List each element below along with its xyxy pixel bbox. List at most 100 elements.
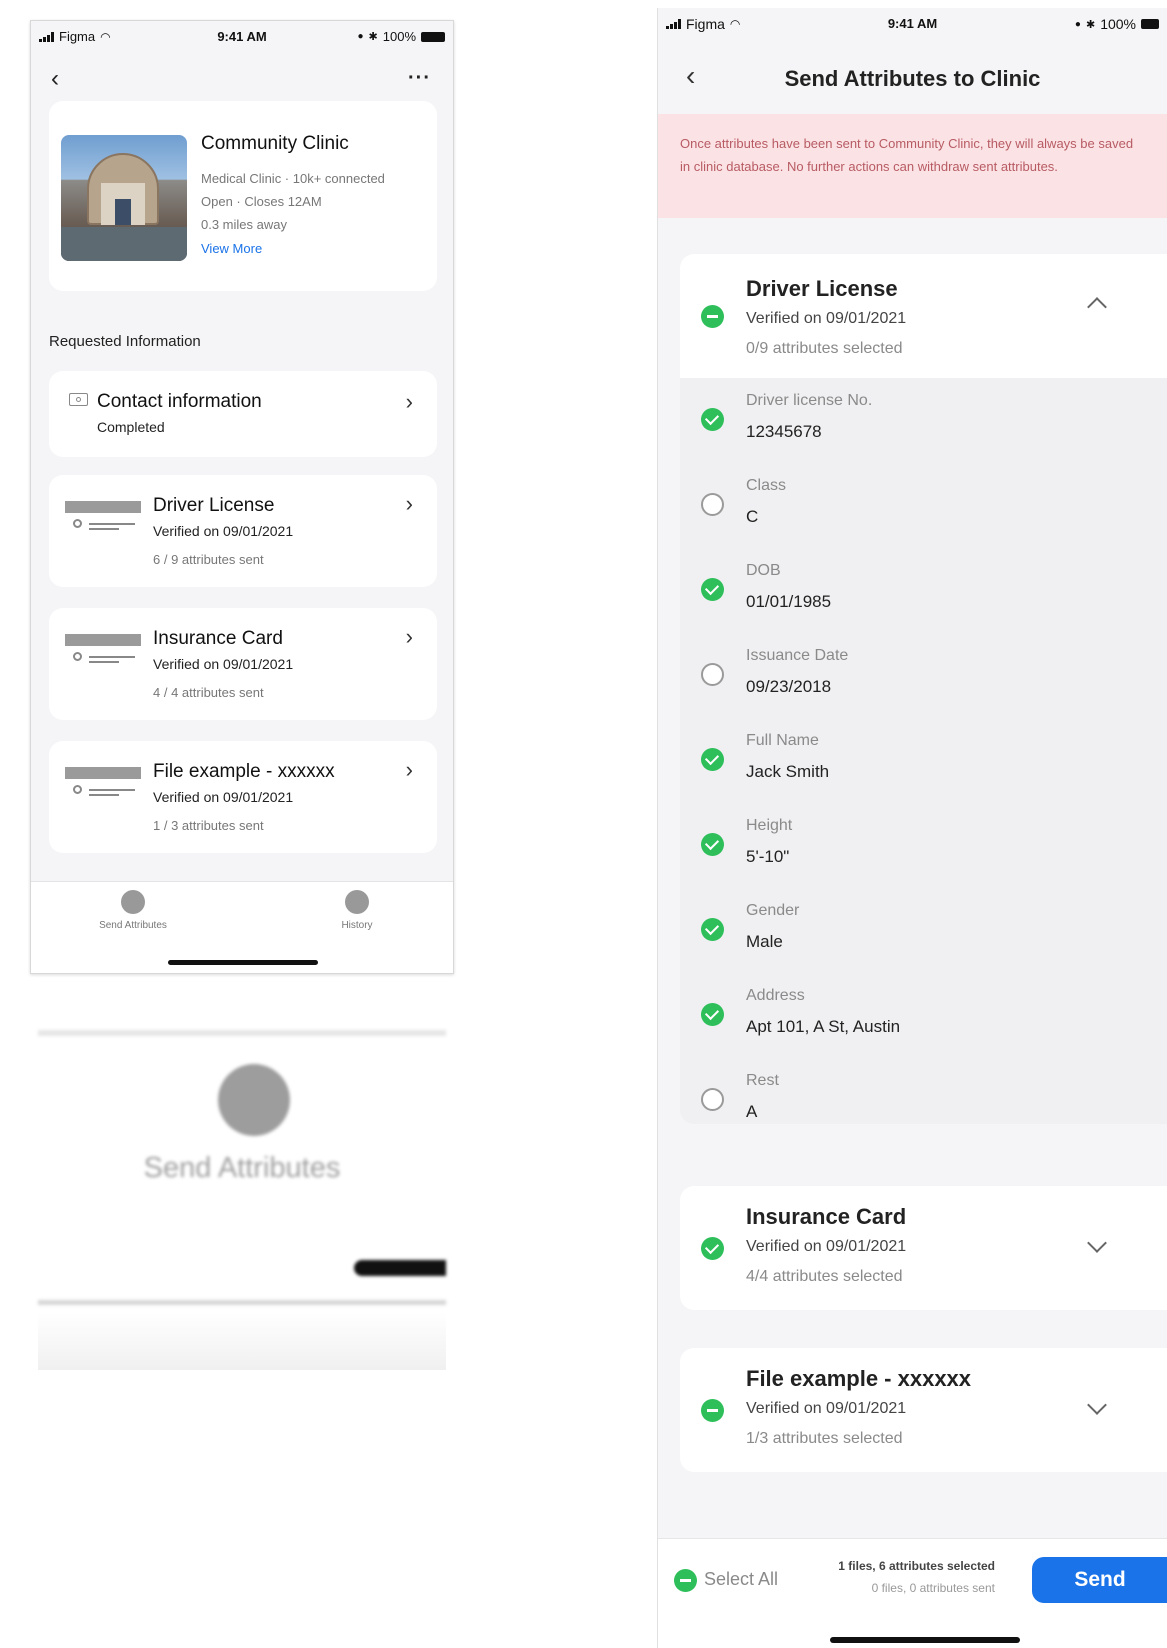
battery-label: 100% [382, 29, 416, 44]
checked-icon[interactable] [701, 1003, 724, 1026]
attribute-row[interactable]: DOB 01/01/1985 [680, 548, 1167, 633]
tab-circle-icon [121, 890, 145, 914]
attribute-row[interactable]: Address Apt 101, A St, Austin [680, 973, 1167, 1058]
attribute-row[interactable]: Full Name Jack Smith [680, 718, 1167, 803]
chevron-right-icon: › [405, 624, 413, 649]
section-selected-count: 4/4 attributes selected [746, 1268, 903, 1285]
attribute-label: Address [746, 987, 805, 1004]
attribute-value: 5'-10" [746, 847, 790, 866]
clinic-distance: 0.3 miles away [201, 217, 287, 232]
attribute-label: Height [746, 817, 793, 834]
home-indicator [168, 960, 318, 965]
document-sent-count: 1 / 3 attributes sent [153, 818, 264, 833]
section-title: Requested Information [49, 333, 201, 350]
document-card-file-example[interactable]: File example - xxxxxx Verified on 09/01/… [49, 741, 437, 853]
document-sent-count: 6 / 9 attributes sent [153, 552, 264, 567]
clinic-card: Community Clinic Medical Clinic · 10k+ c… [49, 101, 437, 291]
document-title: Insurance Card [153, 628, 283, 649]
attribute-row[interactable]: Driver license No. 12345678 [680, 378, 1167, 463]
unchecked-icon[interactable] [701, 493, 724, 516]
tab-bar: Send Attributes History [31, 881, 453, 973]
attribute-value: Jack Smith [746, 762, 830, 781]
select-all-label[interactable]: Select All [704, 1569, 778, 1590]
checked-icon[interactable] [701, 748, 724, 771]
tab-history[interactable]: History [307, 890, 407, 931]
status-bar: Figma ◠ 9:41 AM ● ✱ 100% [31, 21, 453, 55]
attribute-value: Apt 101, A St, Austin [746, 1017, 901, 1036]
chevron-right-icon: › [405, 491, 413, 516]
document-icon [65, 630, 141, 672]
chevron-right-icon: › [405, 757, 413, 782]
clinic-name: Community Clinic [201, 133, 349, 154]
attribute-row[interactable]: Gender Male [680, 888, 1167, 973]
bluetooth-icon: ✱ [1085, 18, 1096, 31]
select-all-icon[interactable] [674, 1569, 697, 1592]
attribute-label: Gender [746, 902, 800, 919]
unchecked-icon[interactable] [701, 663, 724, 686]
checked-icon[interactable] [701, 1237, 724, 1260]
section-driver-license: Driver License Verified on 09/01/2021 0/… [680, 254, 1167, 1124]
battery-icon [1141, 19, 1159, 29]
attribute-row[interactable]: Issuance Date 09/23/2018 [680, 633, 1167, 718]
zoom-tab-circle-icon [218, 1064, 290, 1136]
attribute-label: Driver license No. [746, 392, 873, 409]
section-verified: Verified on 09/01/2021 [746, 1400, 907, 1417]
tab-label: History [341, 920, 373, 931]
section-selected-count: 1/3 attributes selected [746, 1430, 903, 1447]
page-title: Send Attributes to Clinic [784, 66, 1041, 91]
tab-send-attributes[interactable]: Send Attributes [83, 890, 183, 931]
attribute-value: Male [746, 932, 783, 951]
checked-icon[interactable] [701, 833, 724, 856]
clinic-type: Medical Clinic · 10k+ connected [201, 171, 385, 186]
section-title: Driver License [746, 276, 898, 301]
checked-icon[interactable] [701, 408, 724, 431]
partial-select-icon[interactable] [701, 305, 724, 328]
tab-label: Send Attributes [99, 920, 167, 931]
footer-bar: Select All 1 files, 6 attributes selecte… [658, 1538, 1167, 1648]
tab-circle-icon [345, 890, 369, 914]
unchecked-icon[interactable] [701, 1088, 724, 1111]
id-card-icon [69, 393, 88, 406]
section-verified: Verified on 09/01/2021 [746, 310, 907, 327]
view-more-link[interactable]: View More [201, 241, 262, 256]
more-options-button[interactable]: ··· [408, 67, 431, 90]
document-icon [65, 763, 141, 805]
attribute-row[interactable]: Height 5'-10" [680, 803, 1167, 888]
section-title: File example - xxxxxx [746, 1366, 972, 1391]
send-button[interactable]: Send [1032, 1557, 1167, 1603]
attribute-row[interactable]: Rest A [680, 1058, 1167, 1124]
bluetooth-icon: ✱ [368, 31, 378, 43]
attribute-label: Rest [746, 1072, 779, 1089]
attribute-row[interactable]: Class C [680, 463, 1167, 548]
document-icon [65, 497, 141, 539]
document-card-driver-license[interactable]: Driver License Verified on 09/01/2021 6 … [49, 475, 437, 587]
chevron-right-icon: › [405, 389, 413, 414]
document-card-insurance-card[interactable]: Insurance Card Verified on 09/01/2021 4 … [49, 608, 437, 720]
chevron-down-icon[interactable] [1087, 1233, 1107, 1253]
section-title: Insurance Card [746, 1204, 907, 1229]
section-insurance-card[interactable]: Insurance Card Verified on 09/01/2021 4/… [680, 1186, 1167, 1310]
back-button[interactable]: ‹ [51, 65, 59, 93]
checked-icon[interactable] [701, 918, 724, 941]
section-header[interactable]: Driver License Verified on 09/01/2021 0/… [680, 254, 1167, 378]
section-file-example[interactable]: File example - xxxxxx Verified on 09/01/… [680, 1348, 1167, 1472]
contact-info-card[interactable]: Contact information Completed › [49, 371, 437, 457]
warning-banner: Once attributes have been sent to Commun… [658, 114, 1167, 218]
partial-select-icon[interactable] [701, 1399, 724, 1422]
zoom-bottom-border [38, 1300, 446, 1305]
document-title: File example - xxxxxx [153, 761, 335, 782]
clinic-hours: Open · Closes 12AM [201, 194, 322, 209]
chevron-up-icon[interactable] [1087, 297, 1107, 317]
contact-title: Contact information [97, 391, 262, 412]
section-selected-count: 0/9 attributes selected [746, 340, 903, 357]
nav-bar: ‹ Send Attributes to Clinic [658, 42, 1167, 114]
attribute-label: Issuance Date [746, 647, 849, 664]
summary-selected: 1 files, 6 attributes selected [838, 1559, 995, 1573]
attribute-value: 01/01/1985 [746, 592, 832, 611]
checked-icon[interactable] [701, 578, 724, 601]
chevron-down-icon[interactable] [1087, 1395, 1107, 1415]
attribute-value: 09/23/2018 [746, 677, 832, 696]
phone-screen-clinic-detail: Figma ◠ 9:41 AM ● ✱ 100% ‹ ··· Community… [30, 20, 454, 974]
section-verified: Verified on 09/01/2021 [746, 1238, 907, 1255]
status-bar: Figma ◠ 9:41 AM ● ✱ 100% [658, 8, 1167, 42]
